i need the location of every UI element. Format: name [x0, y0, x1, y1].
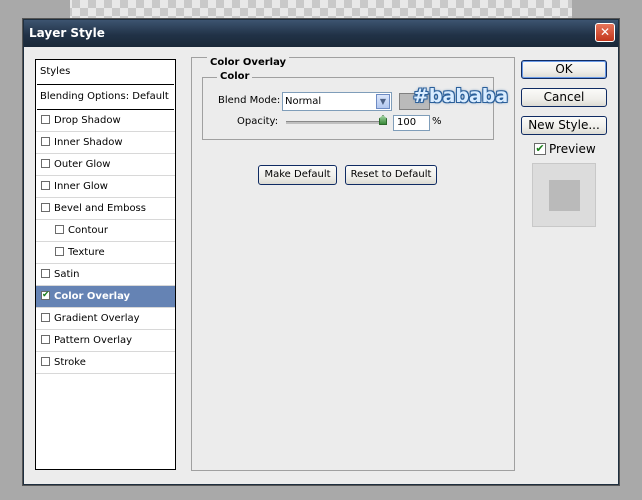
- style-item-label: Texture: [68, 247, 105, 258]
- preview-checkbox-row[interactable]: ✔ Preview: [534, 142, 596, 156]
- blend-mode-select[interactable]: Normal ▼: [282, 92, 392, 111]
- style-item-color-overlay[interactable]: ✔ Color Overlay: [36, 286, 175, 308]
- opacity-unit: %: [432, 116, 442, 127]
- style-item-gradient-overlay[interactable]: Gradient Overlay: [36, 308, 175, 330]
- style-preview: [532, 163, 596, 227]
- reset-to-default-button[interactable]: Reset to Default: [345, 165, 437, 185]
- blend-mode-value: Normal: [285, 96, 322, 107]
- style-item-label: Inner Glow: [54, 181, 108, 192]
- style-item-label: Pattern Overlay: [54, 335, 133, 346]
- style-item-outer-glow[interactable]: Outer Glow: [36, 154, 175, 176]
- style-checkbox[interactable]: [41, 268, 50, 278]
- canvas-bottom-band: [0, 486, 642, 500]
- style-item-label: Contour: [68, 225, 108, 236]
- color-subgroup: Color Blend Mode: Normal ▼ #bababa Opaci…: [202, 71, 508, 140]
- style-item-label: Color Overlay: [54, 291, 131, 302]
- style-item-label: Drop Shadow: [54, 115, 121, 126]
- preview-checkbox[interactable]: ✔: [534, 141, 546, 155]
- hex-color-annotation: #bababa: [413, 85, 509, 107]
- close-icon: ✕: [599, 25, 611, 39]
- opacity-input[interactable]: 100: [393, 115, 430, 131]
- blending-options-item[interactable]: Blending Options: Default: [37, 86, 174, 110]
- layer-style-dialog: Layer Style ✕ Styles Blending Options: D…: [23, 19, 619, 485]
- style-item-drop-shadow[interactable]: Drop Shadow: [36, 110, 175, 132]
- style-item-bevel-and-emboss[interactable]: Bevel and Emboss: [36, 198, 175, 220]
- style-checkbox[interactable]: [41, 334, 50, 344]
- style-item-texture[interactable]: Texture: [36, 242, 175, 264]
- style-item-inner-glow[interactable]: Inner Glow: [36, 176, 175, 198]
- style-item-label: Stroke: [54, 357, 86, 368]
- style-item-label: Inner Shadow: [54, 137, 123, 148]
- preview-swatch: [549, 180, 580, 211]
- style-item-label: Gradient Overlay: [54, 313, 140, 324]
- style-checkbox[interactable]: [55, 224, 64, 234]
- style-checkbox[interactable]: [41, 312, 50, 322]
- color-subgroup-title: Color: [217, 71, 253, 82]
- opacity-slider-thumb[interactable]: [379, 115, 387, 125]
- opacity-label: Opacity:: [237, 116, 279, 127]
- style-checkbox[interactable]: [41, 180, 50, 190]
- style-checkbox[interactable]: [55, 246, 64, 256]
- make-default-button[interactable]: Make Default: [258, 165, 337, 185]
- title-bar[interactable]: Layer Style: [24, 20, 618, 47]
- style-item-label: Bevel and Emboss: [54, 203, 146, 214]
- blend-mode-label: Blend Mode:: [218, 95, 281, 106]
- style-item-inner-shadow[interactable]: Inner Shadow: [36, 132, 175, 154]
- close-button[interactable]: ✕: [595, 23, 615, 42]
- color-overlay-group: Color Overlay Color Blend Mode: Normal ▼…: [191, 57, 515, 471]
- opacity-slider-track[interactable]: [286, 121, 386, 124]
- ok-button[interactable]: OK: [521, 60, 607, 79]
- style-item-satin[interactable]: Satin: [36, 264, 175, 286]
- color-overlay-title: Color Overlay: [207, 57, 290, 68]
- chevron-down-icon[interactable]: ▼: [376, 94, 390, 109]
- cancel-button[interactable]: Cancel: [521, 88, 607, 107]
- style-checkbox[interactable]: ✔: [41, 289, 50, 300]
- dialog-title: Layer Style: [29, 26, 105, 40]
- check-icon: ✔: [535, 141, 545, 155]
- style-item-label: Outer Glow: [54, 159, 111, 170]
- check-icon: ✔: [42, 289, 50, 300]
- style-checkbox[interactable]: [41, 136, 50, 146]
- preview-label: Preview: [549, 142, 596, 156]
- style-checkbox[interactable]: [41, 202, 50, 212]
- style-checkbox[interactable]: [41, 356, 50, 366]
- style-item-pattern-overlay[interactable]: Pattern Overlay: [36, 330, 175, 352]
- styles-header[interactable]: Styles: [37, 61, 174, 85]
- style-item-label: Satin: [54, 269, 80, 280]
- style-checkbox[interactable]: [41, 114, 50, 124]
- new-style-button[interactable]: New Style...: [521, 116, 607, 135]
- style-item-contour[interactable]: Contour: [36, 220, 175, 242]
- style-checkbox[interactable]: [41, 158, 50, 168]
- style-item-stroke[interactable]: Stroke: [36, 352, 175, 374]
- styles-list-panel: Styles Blending Options: Default Drop Sh…: [35, 59, 176, 470]
- style-items-list: Drop Shadow Inner Shadow Outer Glow Inner G…: [36, 110, 175, 374]
